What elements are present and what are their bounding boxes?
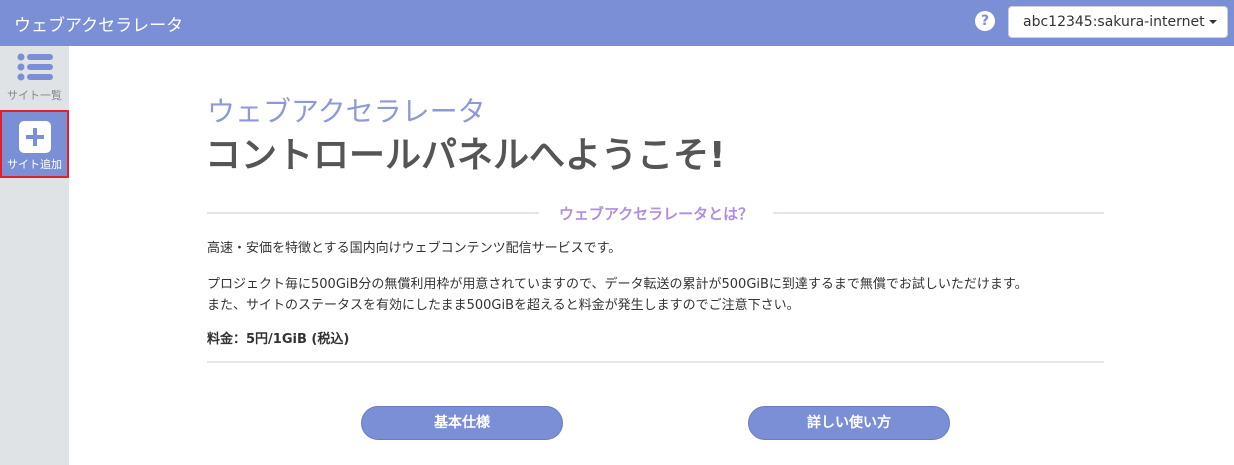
how-to-use-button[interactable]: 詳しい使い方 [748,406,950,440]
description-text: 高速・安価を特徴とする国内向けウェブコンテンツ配信サービスです。 [207,241,622,256]
section-heading: ウェブアクセラレータとは？ [558,205,754,223]
sidebar: サイト一覧 サイト追加 [0,46,69,465]
divider [207,361,1104,363]
hero-title: コントロールパネルへようこそ! [205,135,726,176]
sidebar-item-label: サイト追加 [7,158,62,171]
price-text: 料金：5円/1GiB (税込) [207,332,350,347]
list-icon [17,53,53,81]
account-name: abc12345:sakura-internet [1023,14,1205,30]
basic-spec-button[interactable]: 基本仕様 [361,406,563,440]
help-icon[interactable]: ? [975,11,995,31]
app-title: ウェブアクセラレータ [14,16,184,36]
top-bar: ウェブアクセラレータ ? abc12345:sakura-internet [0,0,1234,46]
description-text: プロジェクト毎に500GiB分の無償利用枠が用意されていますので、データ転送の累… [207,277,1028,292]
account-dropdown[interactable]: abc12345:sakura-internet [1008,6,1228,38]
sidebar-item-label: サイト一覧 [7,89,62,102]
divider [207,212,539,214]
hero-subtitle: ウェブアクセラレータ [207,95,486,128]
description-text: また、サイトのステータスを有効にしたまま500GiBを超えると料金が発生しますの… [207,298,800,313]
plus-icon [19,121,51,153]
divider [773,212,1104,214]
main-content: ウェブアクセラレータ コントロールパネルへようこそ! ウェブアクセラレータとは？… [69,46,1234,465]
sidebar-item-site-list[interactable]: サイト一覧 [0,46,69,108]
sidebar-item-add-site[interactable]: サイト追加 [0,110,69,178]
caret-down-icon [1208,20,1217,24]
